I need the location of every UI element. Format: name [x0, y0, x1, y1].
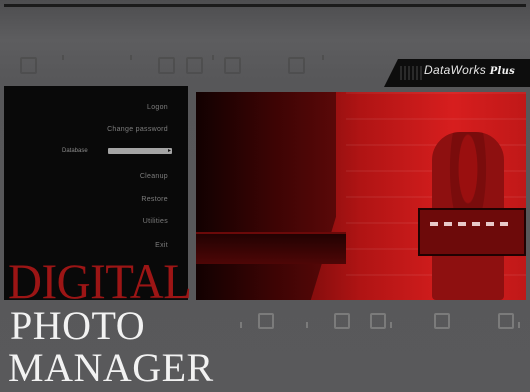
brand-suffix: Plus: [489, 66, 516, 77]
database-select[interactable]: ▸: [108, 148, 172, 154]
nav-tick: [240, 322, 242, 328]
photo-foreground-figure: [196, 92, 336, 300]
decorative-tick: [130, 55, 132, 60]
brand-logo: DataWorks Plus: [424, 63, 515, 77]
decorative-tick: [212, 55, 214, 60]
database-label: Database: [62, 148, 88, 154]
chevron-right-icon: ▸: [167, 148, 171, 154]
decorative-square-icon: [186, 57, 203, 74]
nav-button-4[interactable]: [434, 313, 450, 329]
brand-name: DataWorks: [424, 63, 487, 77]
title-photo: PHOTO: [10, 303, 146, 348]
nav-tick: [306, 322, 308, 328]
nav-button-5[interactable]: [498, 313, 514, 329]
nav-button-2[interactable]: [334, 313, 350, 329]
menu-item-change-password[interactable]: Change password: [107, 126, 168, 133]
menu-item-cleanup[interactable]: Cleanup: [140, 173, 168, 180]
decorative-square-icon: [20, 57, 37, 74]
nav-tick: [390, 322, 392, 328]
photo-belt: [196, 232, 346, 264]
nav-tick: [518, 322, 520, 328]
brand-logo-icon: [400, 66, 422, 80]
nav-button-1[interactable]: [258, 313, 274, 329]
decorative-square-icon: [224, 57, 241, 74]
decorative-tick: [62, 55, 64, 60]
top-border: [4, 4, 526, 7]
decorative-tick: [322, 55, 324, 60]
title-manager: MANAGER: [8, 345, 214, 390]
hero-photo: [196, 92, 526, 300]
nav-button-3[interactable]: [370, 313, 386, 329]
photo-id-board: [418, 208, 526, 256]
app-window: DataWorks Plus Logon Change password Dat…: [0, 0, 530, 392]
menu-item-utilities[interactable]: Utilities: [143, 218, 168, 225]
title-digital: DIGITAL: [8, 253, 192, 309]
decorative-square-icon: [158, 57, 175, 74]
menu-item-restore[interactable]: Restore: [141, 196, 168, 203]
decorative-square-icon: [288, 57, 305, 74]
menu-item-exit[interactable]: Exit: [155, 242, 168, 249]
menu-item-logon[interactable]: Logon: [147, 104, 168, 111]
